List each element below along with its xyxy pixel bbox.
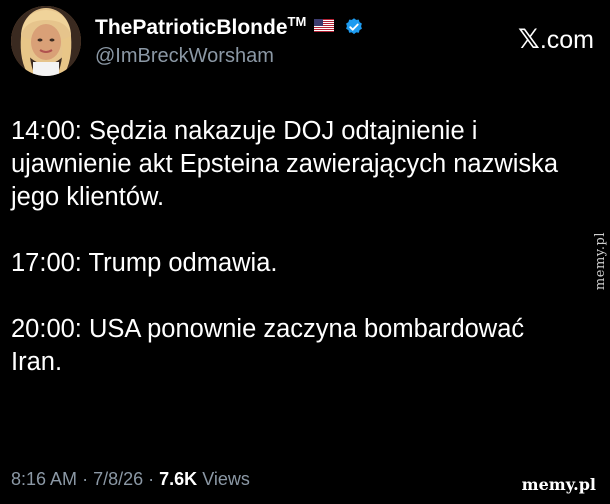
tweet-paragraph: 17:00: Trump odmawia. bbox=[11, 249, 278, 277]
display-name[interactable]: ThePatrioticBlondeTM bbox=[95, 14, 364, 40]
tweet-date[interactable]: 7/8/26 bbox=[93, 469, 143, 489]
tweet-paragraph: 20:00: USA ponownie zaczyna bombardować … bbox=[11, 315, 525, 376]
avatar-photo bbox=[11, 6, 81, 76]
x-brand-logo: 𝕏.com bbox=[518, 24, 594, 55]
views-label: Views bbox=[202, 469, 250, 489]
meta-separator: · bbox=[148, 469, 155, 489]
tweet-time[interactable]: 8:16 AM bbox=[11, 469, 77, 489]
user-handle[interactable]: @ImBreckWorsham bbox=[95, 45, 274, 68]
side-watermark: memy.pl bbox=[593, 232, 608, 291]
brand-domain: .com bbox=[539, 26, 594, 54]
x-logo-icon: 𝕏 bbox=[518, 24, 540, 54]
us-flag-icon bbox=[314, 19, 335, 32]
bottom-watermark: memy.pl bbox=[521, 475, 596, 494]
avatar[interactable] bbox=[11, 6, 81, 76]
meta-separator: · bbox=[82, 469, 89, 489]
tweet-body: 14:00: Sędzia nakazuje DOJ odtajnienie i… bbox=[11, 115, 581, 412]
tweet-meta: 8:16 AM · 7/8/26 · 7.6K Views bbox=[11, 469, 250, 490]
verified-badge-icon bbox=[346, 18, 362, 35]
tweet-paragraph: 14:00: Sędzia nakazuje DOJ odtajnienie i… bbox=[11, 117, 559, 211]
views-count: 7.6K bbox=[159, 469, 198, 489]
trademark-symbol: TM bbox=[287, 14, 307, 29]
display-name-text: ThePatrioticBlonde bbox=[95, 16, 288, 39]
